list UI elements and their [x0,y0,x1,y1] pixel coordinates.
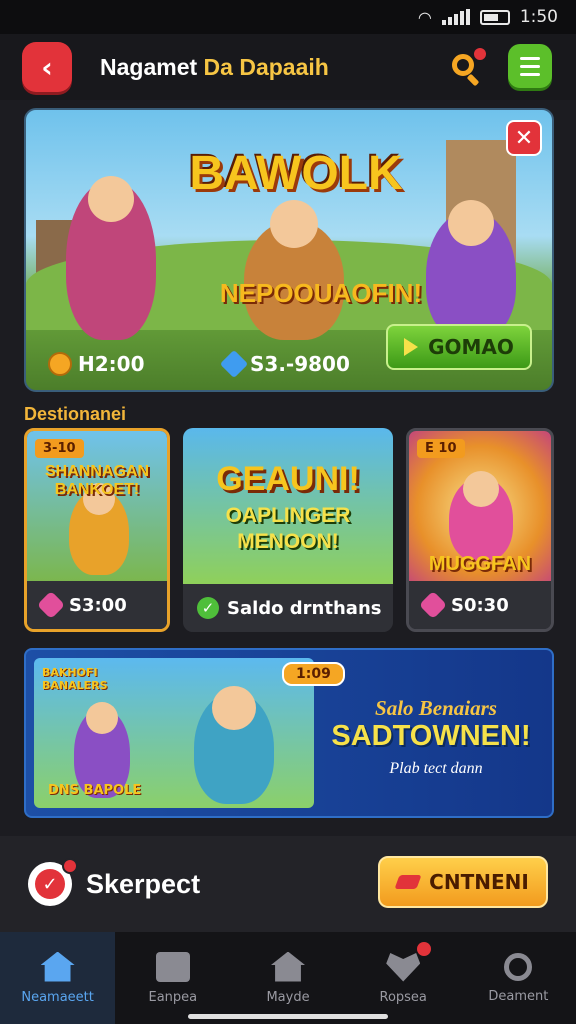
heart-icon [36,590,66,620]
promo-banner[interactable]: BAKHOFI BANALERS DNS BAPOLE 1:09 Salo Be… [24,648,554,818]
nav-label: Ropsea [379,989,427,1005]
menu-button[interactable] [508,44,552,88]
card-art-title: SHANNAGAN BANKOET! [45,463,149,498]
action-bar: ✓ Skerpect CNTNENI [0,836,576,932]
heart-icon [386,953,421,982]
banner-badge: 1:09 [282,662,345,686]
home-icon [40,951,75,982]
status-time: 1:50 [519,7,558,27]
card-price: Saldo drnthans [227,597,382,619]
section-title: Destionanei [24,404,127,424]
profile-label: Skerpect [86,868,201,899]
card-art-subtitle-2: MENOON! [237,530,339,553]
card-character [449,471,513,561]
nav-item-2[interactable]: Eanpea [115,932,230,1024]
banner-art: BAKHOFI BANALERS DNS BAPOLE [34,658,314,808]
banner-line1: Salo Benaiars [375,696,497,720]
banner-art-label-bottom: DNS BAPOLE [48,783,142,798]
notification-dot [417,942,432,956]
nav-item-3[interactable]: Mayde [230,932,345,1024]
profile-button[interactable]: ✓ [28,858,78,906]
card-footer: ✓ Saldo drnthans [183,584,393,632]
card-tag: 3-10 [35,439,84,458]
nav-label: Eanpea [148,989,198,1005]
page-title: Nagamet Da Dapaaih [100,54,329,81]
coin-icon [48,352,72,376]
card-art-subtitle: OAPLINGER [225,504,351,527]
hero-subtitle: NEPOOUAOFIN! [219,278,423,308]
play-button-label: GOMAO [428,335,514,359]
back-button[interactable]: ‹ [22,42,72,92]
nav-label: Neamaeett [21,989,94,1005]
menu-icon-line [520,64,540,68]
game-card-1[interactable]: SHANNAGAN BANKOET! 3-10 S3:00 [24,428,170,632]
coin-value: H2:00 [78,352,145,376]
nav-item-4[interactable]: Ropsea [346,932,461,1024]
hero-banner[interactable]: BAWOLK NEPOOUAOFIN! ✕ H2:00 S3.-9800 GOM… [24,108,554,392]
hero-character-left [66,176,156,340]
notification-dot [474,48,486,60]
card-footer: S0:30 [409,581,551,629]
play-button[interactable]: GOMAO [386,324,532,370]
menu-icon [520,56,540,60]
menu-icon-line [520,72,540,76]
game-card-3[interactable]: MUGGFAN E 10 S0:30 [406,428,554,632]
app-header: ‹ Nagamet Da Dapaaih [0,34,576,100]
bottom-nav: Neamaeett Eanpea Mayde Ropsea Deament [0,932,576,1024]
banner-line3: Plab tect dann [389,760,483,777]
heart-icon [418,590,448,620]
battery-icon [479,9,510,25]
banner-art-label-top: BAKHOFI BANALERS [42,666,108,692]
house-icon [271,951,305,982]
wifi-icon: ◠ [417,7,432,27]
gem-value: S3.-9800 [250,352,350,376]
banner-character-right [194,686,274,804]
card-art-title: MUGGFAN [428,553,532,575]
play-icon [404,338,419,356]
close-icon: ✕ [514,125,534,151]
check-icon: ✓ [197,597,219,619]
nav-label: Deament [488,988,549,1004]
home-indicator[interactable] [188,1014,388,1019]
card-character [69,483,129,575]
close-button[interactable]: ✕ [506,120,542,156]
card-art-title: GEAUNI! [216,460,360,498]
search-icon [504,952,533,981]
hero-gem-stat: S3.-9800 [219,349,350,379]
title-part1: Nagamet [100,53,198,80]
card-art: GEAUNI! OAPLINGER MENOON! [183,428,393,584]
game-card-2[interactable]: GEAUNI! OAPLINGER MENOON! ✓ Saldo drntha… [183,428,393,632]
card-price: S3:00 [69,594,127,616]
signal-icon [441,9,470,25]
title-part2: Da Dapaaih [203,53,329,80]
arrow-icon [394,875,422,889]
card-price: S0:30 [451,594,509,616]
notification-dot [62,858,78,874]
hero-coin-stat: H2:00 [48,352,144,376]
continue-button-label: CNTNENI [429,870,529,894]
continue-button[interactable]: CNTNENI [378,856,548,908]
status-bar: ◠ 1:50 [0,0,576,34]
nav-item-5[interactable]: Deament [461,932,576,1024]
card-tag: E 10 [417,439,465,458]
gem-icon [219,349,249,379]
nav-label: Mayde [266,989,310,1005]
card-footer: S3:00 [27,581,167,629]
check-badge-icon: ✓ [35,869,65,899]
search-icon-handle [466,73,480,87]
hero-title: BAWOLK [189,147,403,200]
inbox-icon [155,951,190,982]
search-button[interactable] [446,48,486,88]
arrow-left-icon: ‹ [41,50,53,84]
nav-item-home[interactable]: Neamaeett [0,932,116,1024]
search-icon [452,54,474,76]
hero-character-right [426,200,516,340]
banner-headline: SADTOWNEN! [331,720,531,752]
